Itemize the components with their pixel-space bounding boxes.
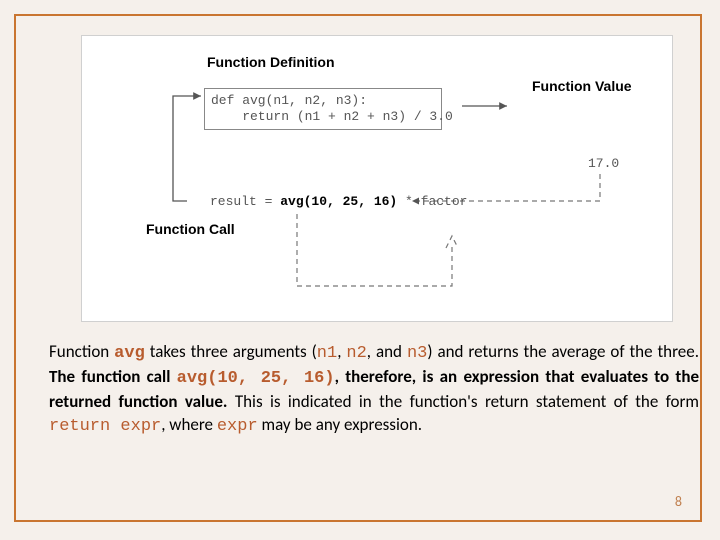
code-call-bold: avg(10, 25, 16) [280,194,397,209]
code-call-post: * factor [397,194,467,209]
code-call-pre: result = [210,194,280,209]
label-function-value: Function Value [532,78,632,94]
explanation-paragraph: Function avg takes three arguments (n1, … [49,341,699,439]
label-function-definition: Function Definition [207,54,335,70]
return-value: 17.0 [588,156,619,171]
code-call-line: result = avg(10, 25, 16) * factor [210,194,467,209]
page-number: 8 [675,493,682,510]
code-def-line2: return (n1 + n2 + n3) / 3.0 [211,109,435,125]
diagram-figure: Function Definition Function Value Funct… [81,35,673,322]
slide-frame: Function Definition Function Value Funct… [14,14,702,522]
label-function-call: Function Call [146,221,235,237]
code-definition-box: def avg(n1, n2, n3): return (n1 + n2 + n… [204,88,442,130]
code-def-line1: def avg(n1, n2, n3): [211,93,435,109]
